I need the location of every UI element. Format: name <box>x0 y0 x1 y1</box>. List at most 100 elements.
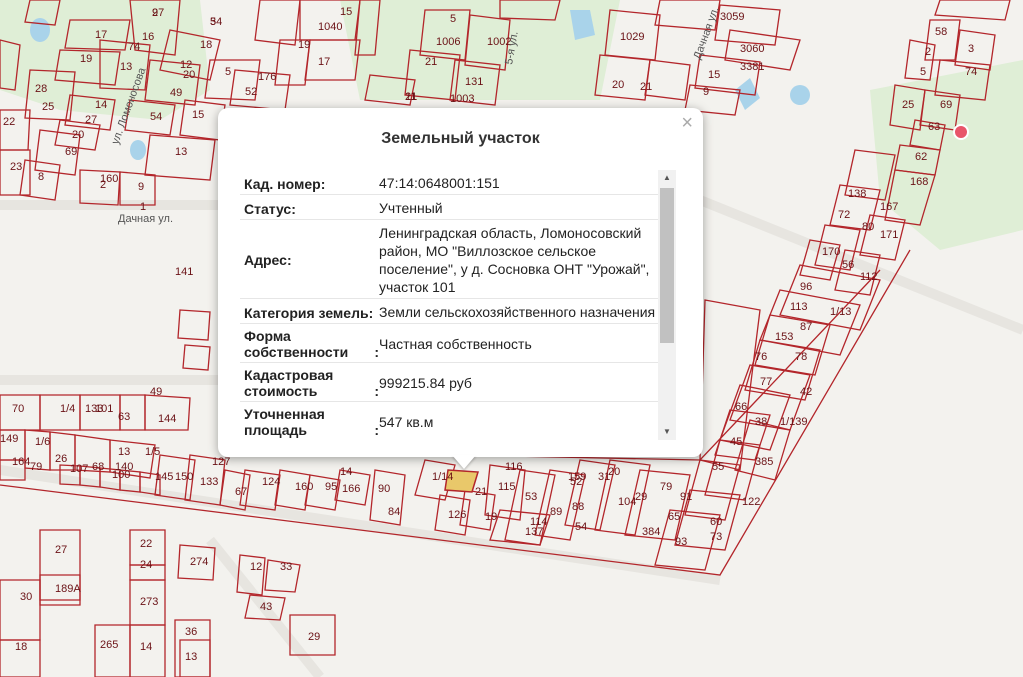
parcel-number-label: 63 <box>118 411 130 423</box>
detail-key: Адрес: <box>244 252 292 268</box>
parcel-number-label: 76 <box>755 351 767 363</box>
parcel-number-label: 1/14 <box>432 471 453 483</box>
parcel-number-label: 160 <box>295 481 313 493</box>
parcel-number-label: 126 <box>448 509 466 521</box>
popup-details-list: Кад. номер: 47:14:0648001:151 Статус: Уч… <box>240 170 660 440</box>
parcel-number-label: 22 <box>3 116 15 128</box>
parcel-number-label: 80 <box>862 221 874 233</box>
popup-title: Земельный участок <box>381 130 540 147</box>
parcel-number-label: 79 <box>30 461 42 473</box>
parcel-number-label: 5 <box>920 66 926 78</box>
street-label: Дачная ул. <box>118 213 173 225</box>
parcel-number-label: 384 <box>642 526 660 538</box>
parcel-number-label: 74 <box>128 41 140 53</box>
parcel-number-label: 29 <box>635 491 647 503</box>
parcel-number-label: 27 <box>55 544 67 556</box>
parcel-number-label: 13 <box>175 146 187 158</box>
parcel-number-label: 5 <box>450 13 456 25</box>
parcel-number-label: 31 <box>598 471 610 483</box>
detail-value: 47:14:0648001:151 <box>379 175 500 191</box>
scroll-down-icon[interactable]: ▼ <box>658 424 676 440</box>
parcel-number-label: 93 <box>675 536 687 548</box>
parcel-number-label: 70 <box>12 403 24 415</box>
scrollbar-thumb[interactable] <box>660 188 674 343</box>
parcel-number-label: 65 <box>668 511 680 523</box>
parcel-number-label: 385 <box>755 456 773 468</box>
parcel-number-label: 89 <box>550 506 562 518</box>
parcel-number-label: 15 <box>340 6 352 18</box>
parcel-number-label: 20 <box>72 129 84 141</box>
detail-key: Уточненная площадь: <box>244 406 379 438</box>
parcel-number-label: 265 <box>100 639 118 651</box>
street-label: Дачная ул. <box>692 5 722 61</box>
parcel-number-label: 11 <box>405 91 416 103</box>
detail-row: Категория земель: Земли сельскохозяйстве… <box>240 299 660 324</box>
parcel-number-label: 19 <box>298 39 310 51</box>
parcel-number-label: 3381 <box>740 61 764 73</box>
parcel-number-label: 13 <box>118 446 130 458</box>
detail-key: Категория земель: <box>244 305 374 321</box>
parcel-number-label: 88 <box>572 501 584 513</box>
parcel-number-label: 52 <box>245 86 257 98</box>
location-marker[interactable] <box>953 124 969 140</box>
popup-scrollbar[interactable]: ▲ ▼ <box>658 170 676 440</box>
parcel-number-label: 164 <box>12 456 30 468</box>
scroll-up-icon[interactable]: ▲ <box>658 170 676 186</box>
detail-key: Форма собственности: <box>244 328 379 360</box>
parcel-number-label: 171 <box>880 229 898 241</box>
parcel-number-label: 12 <box>180 59 192 71</box>
parcel-number-label: 141 <box>175 266 193 278</box>
detail-key: Статус: <box>244 201 296 217</box>
parcel-number-label: 131 <box>465 76 483 88</box>
parcel-number-label: 101 <box>95 403 113 415</box>
parcel-number-label: 159 <box>568 471 586 483</box>
detail-value: 547 кв.м <box>379 414 434 430</box>
parcel-number-label: 53 <box>525 491 537 503</box>
parcel-number-label: 13 <box>185 651 197 663</box>
parcel-number-label: 54 <box>150 111 162 123</box>
parcel-number-label: 176 <box>258 71 276 83</box>
parcel-number-label: 42 <box>800 386 812 398</box>
detail-value: Частная собственность <box>379 336 532 352</box>
parcel-number-label: 12 <box>250 561 262 573</box>
detail-row: Статус: Учтенный <box>240 195 660 220</box>
parcel-number-label: 30 <box>20 591 32 603</box>
parcel-number-label: 160 <box>100 173 118 185</box>
close-icon[interactable]: × <box>681 112 693 134</box>
detail-value: Учтенный <box>379 200 443 216</box>
parcel-number-label: 78 <box>795 351 807 363</box>
parcel-number-label: 124 <box>262 476 280 488</box>
parcel-number-label: 153 <box>775 331 793 343</box>
parcel-number-label: 77 <box>760 376 772 388</box>
parcel-number-label: 21 <box>475 486 487 498</box>
parcel-number-label: 1 <box>140 201 146 213</box>
parcel-number-label: 3059 <box>720 11 744 23</box>
parcel-number-label: 1/5 <box>145 446 160 458</box>
parcel-number-label: 87 <box>800 321 812 333</box>
parcel-number-label: 22 <box>140 538 152 550</box>
parcel-number-label: 25 <box>902 99 914 111</box>
parcel-number-label: 68 <box>92 461 104 473</box>
parcel-number-label: 49 <box>170 87 182 99</box>
parcel-number-label: 67 <box>235 486 247 498</box>
parcel-number-label: 1/139 <box>780 416 808 428</box>
parcel-number-label: 1006 <box>436 36 460 48</box>
parcel-number-label: 127 <box>212 456 230 468</box>
parcel-number-label: 18 <box>200 39 212 51</box>
parcel-number-label: 104 <box>618 496 636 508</box>
parcel-number-label: 91 <box>680 491 692 503</box>
parcel-number-label: 15 <box>708 69 720 81</box>
parcel-number-label: 114 <box>530 516 548 528</box>
parcel-number-label: 274 <box>190 556 208 568</box>
parcel-number-label: 149 <box>0 433 18 445</box>
parcel-number-label: 28 <box>35 83 47 95</box>
parcel-number-label: 133 <box>200 476 218 488</box>
parcel-number-label: 43 <box>260 601 272 613</box>
parcel-number-label: 66 <box>735 401 747 413</box>
parcel-number-label: 24 <box>140 559 152 571</box>
parcel-number-label: 38 <box>755 416 767 428</box>
parcel-number-label: 69 <box>65 146 77 158</box>
parcel-number-label: 26 <box>55 453 67 465</box>
detail-key: Кад. номер: <box>244 176 326 192</box>
parcel-number-label: 54 <box>210 16 222 28</box>
